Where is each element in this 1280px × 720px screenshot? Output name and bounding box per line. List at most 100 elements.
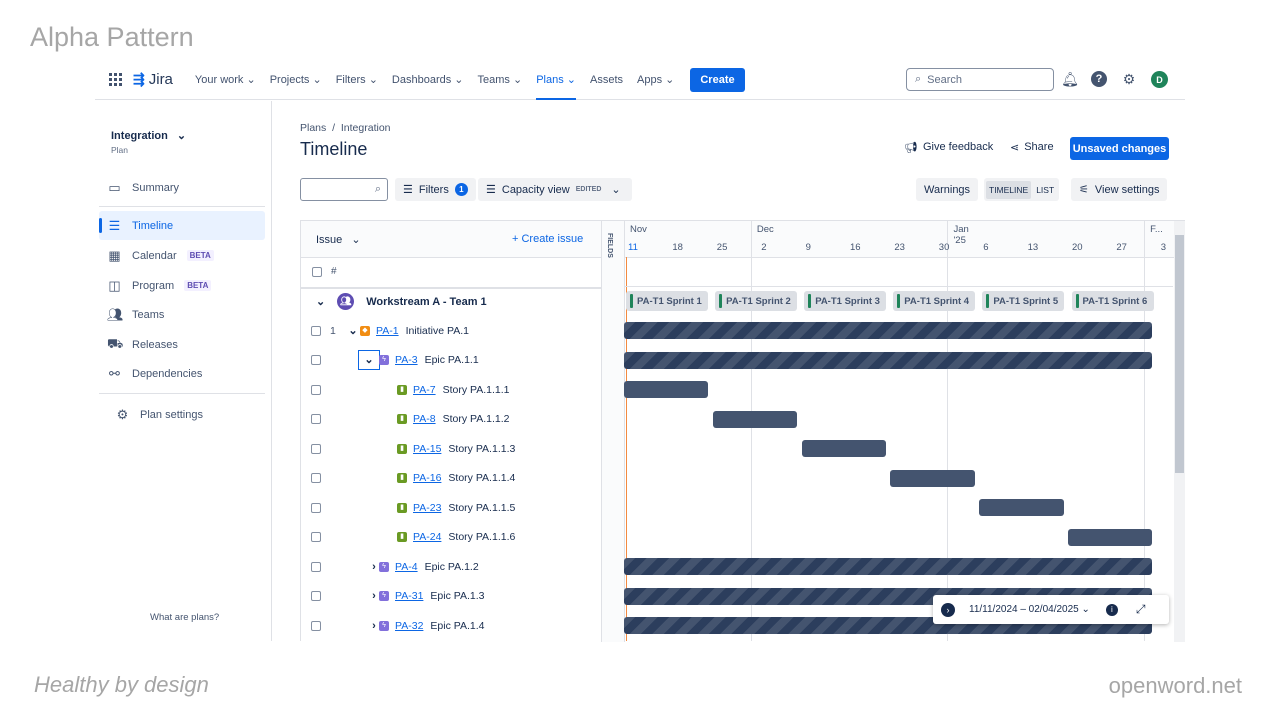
issue-key-link[interactable]: PA-32 — [395, 620, 423, 632]
row-checkbox[interactable] — [311, 532, 321, 542]
row-checkbox[interactable] — [311, 443, 321, 454]
info-icon[interactable]: i — [1105, 603, 1118, 616]
jira-icon: ⇶ — [133, 71, 145, 87]
table-row[interactable]: ▮ PA-7 Story PA.1.1.1 — [300, 375, 600, 404]
create-button[interactable]: Create — [690, 67, 745, 92]
warnings-button[interactable]: Warnings — [916, 178, 979, 201]
row-checkbox[interactable] — [311, 591, 321, 601]
scroll-to-today-icon[interactable]: › — [941, 602, 955, 617]
schedule-bar[interactable] — [712, 410, 798, 428]
row-checkbox[interactable] — [311, 384, 321, 395]
filters-button[interactable]: ☰ Filters 1 — [395, 178, 476, 201]
row-checkbox[interactable] — [311, 414, 321, 424]
app-switcher-icon[interactable] — [109, 72, 123, 87]
group-header[interactable]: ⌄ 👥︎ Workstream A - Team 1 — [316, 293, 487, 310]
sprint-lozenge[interactable]: PA-T1 Sprint 2 — [715, 291, 798, 311]
schedule-bar[interactable] — [890, 469, 975, 487]
table-row[interactable]: ▮ PA-23 Story PA.1.1.5 — [300, 493, 600, 522]
fullscreen-icon[interactable]: ⤢ — [1136, 602, 1146, 617]
table-row[interactable]: ▮ PA-15 Story PA.1.1.3 — [300, 434, 600, 463]
unsaved-changes-button[interactable]: Unsaved changes — [1070, 137, 1169, 160]
schedule-bar[interactable] — [801, 440, 887, 457]
sidebar-item-program[interactable]: ◫ Program BETA — [99, 271, 265, 300]
issue-key-link[interactable]: PA-3 — [395, 354, 418, 366]
what-are-plans-link[interactable]: What are plans? — [150, 612, 219, 623]
row-checkbox[interactable] — [311, 325, 321, 336]
plan-settings[interactable]: ⚙ Plan settings — [99, 400, 265, 429]
table-row[interactable]: › ϟ PA-32 Epic PA.1.4 — [300, 611, 600, 640]
nav-dashboards[interactable]: Dashboards ⌄ — [392, 60, 464, 100]
row-checkbox[interactable] — [311, 620, 321, 631]
schedule-bar[interactable] — [624, 322, 1153, 339]
schedule-bar[interactable] — [979, 499, 1064, 516]
sidebar-item-timeline[interactable]: ☰ Timeline — [99, 211, 265, 240]
nav-apps[interactable]: Apps ⌄ — [637, 60, 674, 100]
scrollbar[interactable] — [1174, 221, 1185, 642]
sprint-lozenge[interactable]: PA-T1 Sprint 4 — [893, 291, 976, 311]
row-checkbox[interactable] — [311, 473, 321, 483]
settings-icon[interactable]: ⚙ — [1121, 71, 1137, 87]
breadcrumb-plans[interactable]: Plans — [300, 122, 326, 134]
schedule-bar[interactable] — [624, 351, 1153, 369]
fields-toggle[interactable]: FIELDS — [606, 233, 613, 258]
row-checkbox[interactable] — [311, 561, 321, 572]
jira-logo[interactable]: ⇶ Jira — [133, 71, 173, 88]
sprint-lozenge[interactable]: PA-T1 Sprint 1 — [626, 291, 708, 311]
row-checkbox[interactable] — [311, 355, 321, 365]
nav-projects[interactable]: Projects ⌄ — [270, 60, 322, 100]
table-row[interactable]: ▮ PA-16 Story PA.1.1.4 — [300, 464, 600, 493]
nav-filters[interactable]: Filters ⌄ — [336, 60, 378, 100]
nav-teams[interactable]: Teams ⌄ — [478, 60, 523, 100]
date-range-select[interactable]: 11/11/2024 – 02/04/2025 ⌄ — [969, 604, 1090, 615]
give-feedback-button[interactable]: 📢︎ Give feedback — [904, 141, 993, 154]
nav-your-work[interactable]: Your work ⌄ — [195, 60, 256, 100]
select-all-checkbox[interactable] — [312, 267, 322, 277]
chevron-down-icon[interactable]: ⌄ — [358, 350, 380, 370]
sprint-lozenge[interactable]: PA-T1 Sprint 6 — [1071, 291, 1154, 311]
table-row[interactable]: 1 ⌄ ◆ PA-1 Initiative PA.1 — [300, 316, 600, 345]
sprint-lozenge[interactable]: PA-T1 Sprint 5 — [982, 291, 1065, 311]
table-row[interactable]: › ϟ PA-4 Epic PA.1.2 — [300, 552, 600, 581]
view-settings-button[interactable]: ⚟ View settings — [1071, 178, 1168, 201]
sidebar-item-releases[interactable]: ⛟ Releases — [99, 330, 265, 359]
filter-search-input[interactable]: ⌕ — [300, 178, 388, 201]
chevron-down-icon[interactable]: ⌄ — [347, 324, 359, 337]
nav-assets[interactable]: Assets — [590, 60, 623, 100]
notifications-icon[interactable]: 🔔︎ — [1061, 71, 1079, 87]
issue-key-link[interactable]: PA-1 — [376, 325, 399, 337]
sidebar-item-teams[interactable]: 👥︎ Teams — [99, 300, 265, 329]
issue-key-link[interactable]: PA-31 — [395, 590, 423, 602]
create-issue-button[interactable]: + Create issue — [512, 233, 583, 245]
megaphone-icon: 📢︎ — [904, 142, 918, 154]
row-checkbox[interactable] — [311, 502, 321, 513]
share-button[interactable]: ⋖ Share — [1010, 141, 1054, 154]
issue-column-header[interactable]: Issue ⌄ — [316, 233, 361, 246]
issue-key-link[interactable]: PA-16 — [413, 472, 441, 484]
schedule-bar[interactable] — [624, 558, 1153, 575]
nav-plans[interactable]: Plans ⌄ — [536, 60, 576, 100]
schedule-bar[interactable] — [1068, 528, 1153, 546]
issue-key-link[interactable]: PA-8 — [413, 413, 436, 425]
list-toggle[interactable]: LIST — [1033, 181, 1057, 199]
breadcrumb-integration[interactable]: Integration — [341, 122, 391, 134]
issue-key-link[interactable]: PA-23 — [413, 502, 441, 514]
search-input[interactable]: ⌕ Search — [906, 68, 1054, 91]
issue-key-link[interactable]: PA-24 — [413, 531, 441, 543]
help-icon[interactable]: ? — [1091, 71, 1107, 87]
timeline-toggle[interactable]: TIMELINE — [986, 180, 1032, 199]
issue-key-link[interactable]: PA-7 — [413, 384, 436, 396]
schedule-bar[interactable] — [624, 381, 709, 398]
sidebar-item-summary[interactable]: ▭ Summary — [99, 173, 265, 202]
issue-key-link[interactable]: PA-4 — [395, 561, 418, 573]
view-selector[interactable]: ☰ Capacity view EDITED ⌄ — [478, 178, 632, 201]
table-row[interactable]: ⌄ ϟ PA-3 Epic PA.1.1 — [300, 346, 600, 375]
table-row[interactable]: ▮ PA-24 Story PA.1.1.6 — [300, 523, 600, 552]
sidebar-item-calendar[interactable]: ▦ Calendar BETA — [99, 241, 265, 270]
table-row[interactable]: ▮ PA-8 Story PA.1.1.2 — [300, 405, 600, 434]
avatar[interactable]: D — [1151, 71, 1168, 88]
sidebar-item-dependencies[interactable]: ⚯ Dependencies — [99, 359, 265, 388]
sprint-lozenge[interactable]: PA-T1 Sprint 3 — [804, 291, 887, 311]
issue-key-link[interactable]: PA-15 — [413, 443, 441, 455]
table-row[interactable]: › ϟ PA-31 Epic PA.1.3 — [300, 582, 600, 611]
plan-switcher[interactable]: Integration ⌄ — [111, 129, 186, 142]
